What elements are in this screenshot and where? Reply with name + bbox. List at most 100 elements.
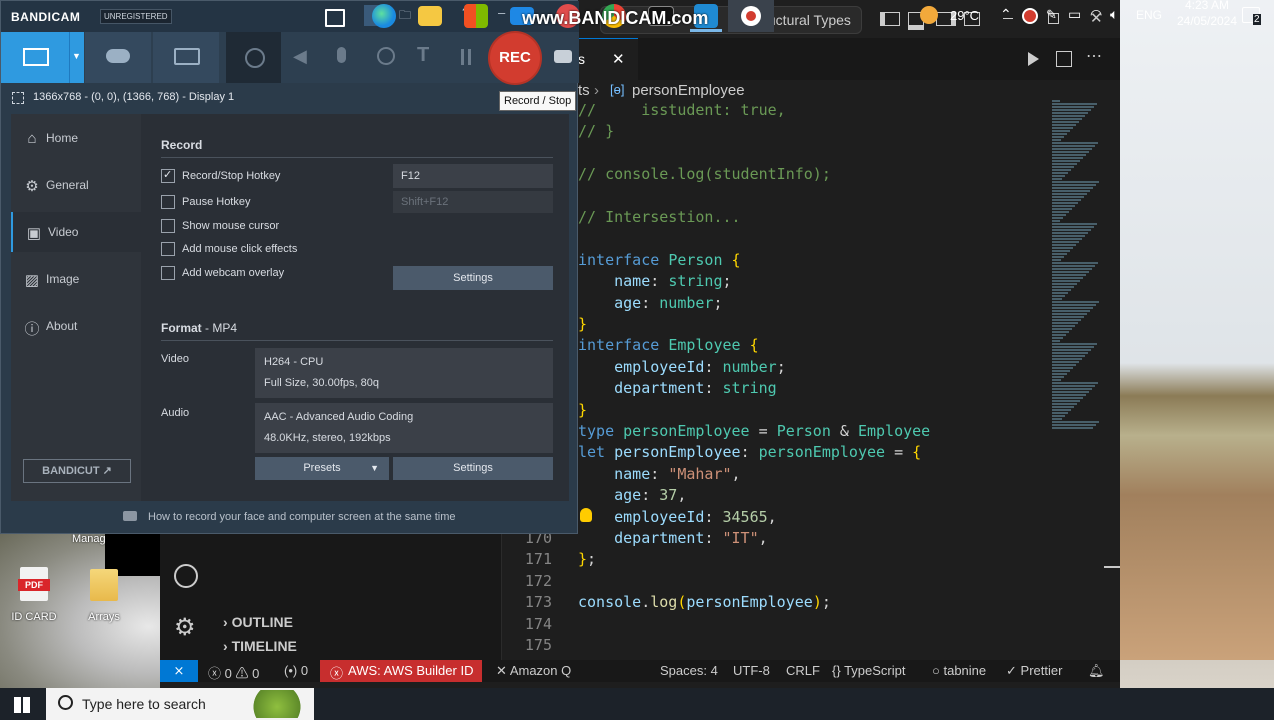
nav-item-general[interactable]: ⚙ General — [11, 165, 141, 205]
code-token: "Mahar" — [668, 464, 732, 483]
desktop-icon-id-card[interactable]: PDF ID CARD — [8, 565, 60, 627]
manage-gear-icon[interactable]: ⚙ — [174, 616, 196, 640]
folder-icon[interactable]: 🗀 — [399, 6, 411, 27]
more-actions-icon[interactable]: ⋯ — [1086, 46, 1102, 66]
info-icon: ⓘ — [24, 321, 40, 338]
prettier-status[interactable]: ✓ Prettier — [1006, 663, 1062, 679]
toggle-sidebar-icon[interactable] — [880, 12, 900, 26]
tabnine-status[interactable]: ○ tabnine — [932, 663, 986, 678]
code-token: : — [740, 443, 759, 462]
aws-status[interactable]: ⓧ AWS: AWS Builder ID — [320, 660, 482, 682]
code-line: employeeId: 34565, — [578, 507, 777, 528]
wifi-icon[interactable]: ◠ — [1090, 6, 1102, 23]
code-line: // } — [578, 121, 614, 142]
format-settings-button[interactable]: Settings — [393, 457, 553, 480]
click-effects-checkbox[interactable] — [161, 242, 175, 256]
minimap-line — [1052, 259, 1061, 261]
tab-close-icon[interactable]: ✕ — [612, 50, 625, 68]
active-tab[interactable]: s ✕ — [578, 38, 638, 81]
task-view-icon[interactable] — [325, 9, 345, 27]
indentation-status[interactable]: Spaces: 4 — [660, 663, 718, 678]
video-codec-box[interactable]: H264 - CPU Full Size, 30.00fps, 80q — [255, 348, 553, 398]
footer-tip-link[interactable]: How to record your face and computer scr… — [148, 511, 456, 523]
lightbulb-icon[interactable] — [580, 508, 592, 522]
language-status[interactable]: {} TypeScript — [832, 663, 906, 678]
code-token: name — [614, 464, 651, 483]
nav-item-home[interactable]: ⌂ Home — [11, 118, 141, 158]
webcam-settings-button[interactable]: Settings — [393, 266, 553, 290]
rec-button[interactable]: REC — [488, 31, 542, 85]
speaker-icon[interactable]: ◀ — [293, 46, 307, 67]
microphone-icon[interactable] — [337, 47, 346, 63]
minimize-icon[interactable]: – — [498, 5, 505, 20]
code-token: let — [578, 443, 606, 462]
nav-item-image[interactable]: ▨ Image — [11, 259, 141, 299]
record-stop-hotkey-checkbox[interactable]: ✓ — [161, 169, 175, 183]
pause-icon[interactable] — [461, 49, 471, 65]
game-mode-button[interactable] — [85, 32, 151, 83]
camera-icon[interactable] — [554, 50, 572, 63]
taskbar-search[interactable]: Type here to search — [46, 688, 314, 720]
scrollbar-thumb[interactable] — [1104, 566, 1120, 568]
text-overlay-icon[interactable]: T — [417, 44, 429, 67]
weather-temp[interactable]: 29°C — [950, 8, 979, 23]
problems-status[interactable]: ⓧ 0 ⚠ 0 — [208, 663, 259, 682]
webcam-overlay-checkbox[interactable] — [161, 266, 175, 280]
chevron-up-icon[interactable]: ⌃ — [1000, 6, 1012, 23]
clock-date[interactable]: 24/05/2024 — [1170, 14, 1244, 28]
screen-mode-button[interactable] — [1, 32, 69, 83]
edge-icon[interactable] — [372, 4, 396, 28]
device-mode-button[interactable] — [153, 32, 219, 83]
pause-hotkey-checkbox[interactable] — [161, 195, 175, 209]
file-explorer-icon[interactable] — [418, 6, 442, 26]
encoding-status[interactable]: UTF-8 — [733, 663, 770, 678]
breadcrumb-file[interactable]: ts — [578, 82, 590, 99]
windows-start-icon[interactable] — [14, 697, 30, 713]
run-icon[interactable] — [1028, 52, 1039, 66]
remote-indicator[interactable]: ⨯ — [160, 660, 198, 682]
mode-dropdown-button[interactable]: ▼ — [69, 32, 84, 83]
language-indicator[interactable]: ENG — [1136, 8, 1162, 22]
show-cursor-checkbox[interactable] — [161, 219, 175, 233]
region-select-icon[interactable] — [12, 92, 24, 104]
account-icon[interactable] — [174, 564, 198, 588]
record-hotkey-field[interactable]: F12 — [393, 164, 553, 188]
desktop-icon-arrays[interactable]: Arrays — [78, 565, 130, 627]
nav-item-about[interactable]: ⓘ About — [11, 306, 141, 346]
recording-status-icon[interactable] — [1022, 8, 1038, 24]
store-icon[interactable] — [464, 4, 488, 28]
minimap-line — [1052, 307, 1093, 309]
clock-time[interactable]: 4:23 AM — [1176, 0, 1238, 12]
code-token: , — [731, 464, 741, 483]
eol-status[interactable]: CRLF — [786, 663, 820, 678]
minimap-line — [1052, 361, 1079, 363]
minimap-line — [1052, 112, 1088, 114]
cursor-effect-icon[interactable] — [377, 47, 395, 65]
bandicam-brand: BANDICAM — [11, 10, 81, 24]
split-editor-icon[interactable] — [1056, 51, 1072, 67]
code-token: { — [731, 250, 741, 269]
minimap[interactable] — [1050, 100, 1110, 430]
volume-icon[interactable]: 🔈︎ — [1110, 6, 1118, 23]
bandicam-taskbar-button[interactable] — [728, 0, 774, 32]
line-number-gutter: 170 171 172 173 174 175 — [500, 529, 552, 660]
weather-icon[interactable] — [920, 6, 938, 24]
pause-hotkey-field[interactable]: Shift+F12 — [393, 191, 553, 213]
breadcrumb-symbol[interactable]: personEmployee — [632, 82, 745, 99]
nav-item-video[interactable]: ▣ Video — [11, 212, 143, 252]
amazonq-status[interactable]: ✕ Amazon Q — [496, 663, 571, 679]
pen-icon[interactable]: ✎ — [1046, 7, 1057, 23]
notifications-bell-icon[interactable]: 🔔︎ — [1088, 663, 1105, 679]
taskbar: Type here to search — [0, 688, 1274, 720]
outline-section[interactable]: › OUTLINE — [223, 614, 293, 630]
webcam-button[interactable] — [226, 32, 281, 83]
code-token: , — [677, 486, 687, 505]
presets-button[interactable]: Presets ▼ — [255, 457, 389, 480]
bandicut-button[interactable]: BANDICUT ↗ — [23, 459, 131, 483]
timeline-section[interactable]: › TIMELINE — [223, 638, 297, 654]
minimap-line — [1052, 391, 1089, 393]
ports-status[interactable]: (•) 0 — [284, 663, 308, 678]
network-icon[interactable]: ▭ — [1068, 6, 1081, 23]
audio-codec-box[interactable]: AAC - Advanced Audio Coding 48.0KHz, ste… — [255, 403, 553, 453]
